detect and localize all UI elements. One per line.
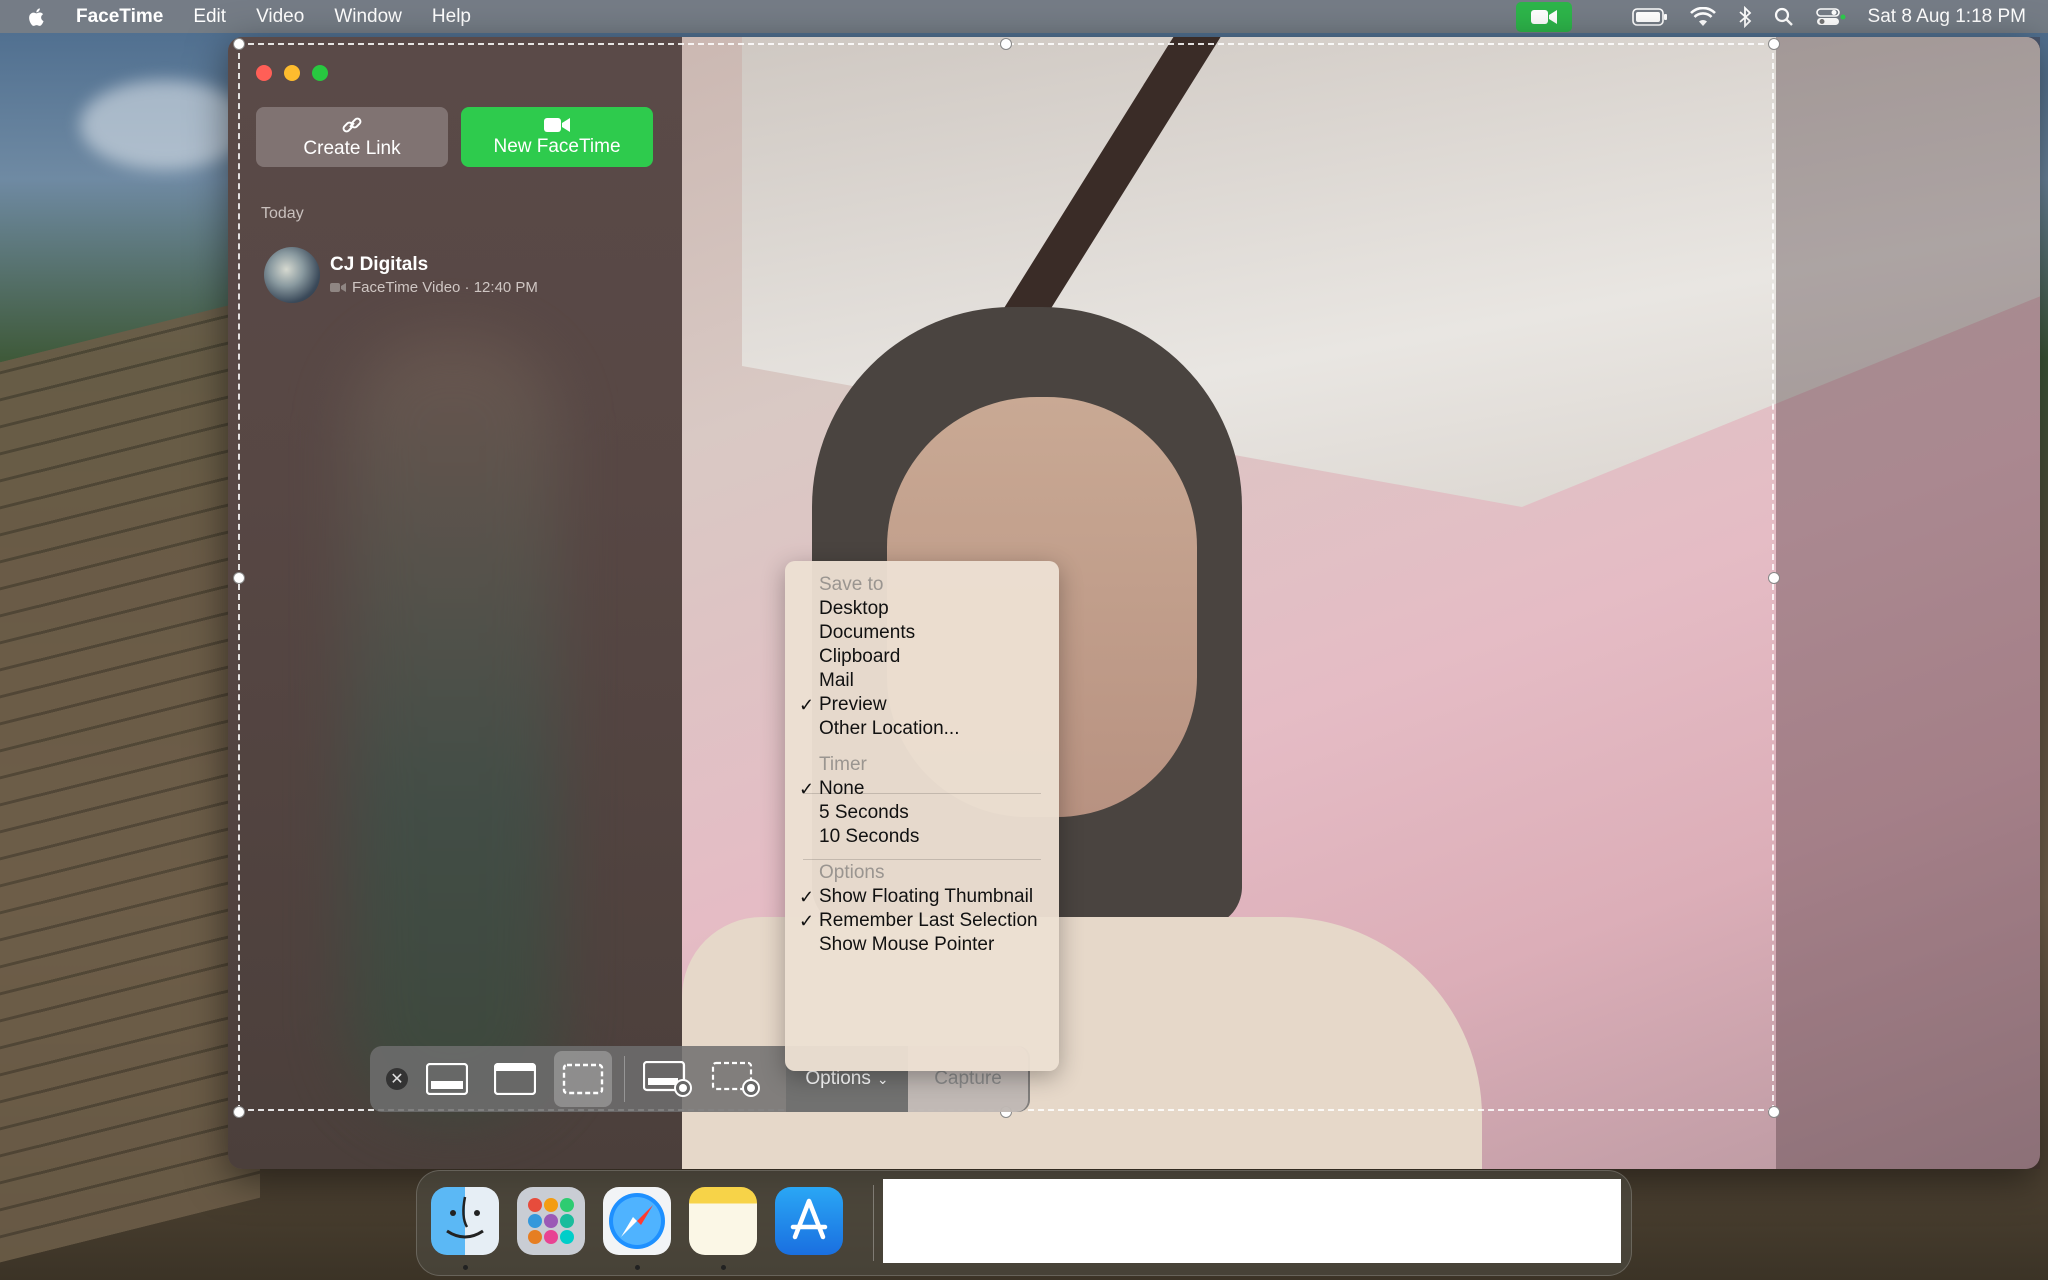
selection-handle-top-right[interactable]: [1768, 38, 1780, 50]
menu-item-other-location[interactable]: Other Location...: [819, 715, 959, 743]
menu-app-name[interactable]: FaceTime: [76, 6, 163, 28]
spotlight-search-icon[interactable]: [1774, 7, 1794, 27]
menu-bar: FaceTime Edit Video Window Help Sat 8 Au…: [0, 0, 2048, 33]
options-menu: Save to Desktop Documents Clipboard Mail…: [785, 561, 1059, 1071]
wallpaper-great-wall: [0, 297, 260, 1263]
menu-window[interactable]: Window: [334, 6, 402, 28]
menu-bar-clock[interactable]: Sat 8 Aug 1:18 PM: [1868, 6, 2026, 28]
record-selection-icon[interactable]: [707, 1051, 765, 1107]
selection-handle-top-left[interactable]: [233, 38, 245, 50]
menu-item-show-mouse-pointer[interactable]: Show Mouse Pointer: [819, 931, 994, 959]
dock-divider: [873, 1185, 874, 1261]
launchpad-icon[interactable]: [517, 1187, 585, 1255]
selection-outside-dim: [1776, 37, 2040, 1169]
running-indicator: [635, 1265, 640, 1270]
running-indicator: [721, 1265, 726, 1270]
apple-menu-icon[interactable]: [26, 6, 48, 28]
selection-handle-right[interactable]: [1768, 572, 1780, 584]
bluetooth-icon[interactable]: [1738, 5, 1752, 28]
notes-icon[interactable]: [689, 1187, 757, 1255]
wallpaper-cloud: [80, 80, 250, 170]
options-label: Options: [805, 1068, 871, 1089]
status-area: Sat 8 Aug 1:18 PM: [1515, 0, 2048, 33]
capture-selection-icon[interactable]: [554, 1051, 612, 1107]
camera-in-use-icon[interactable]: [1515, 1, 1572, 32]
chevron-down-icon: ⌄: [876, 1070, 889, 1087]
selection-handle-left[interactable]: [233, 572, 245, 584]
close-toolbar-icon[interactable]: ✕: [386, 1068, 408, 1090]
selection-handle-top[interactable]: [1000, 38, 1012, 50]
toolbar-divider: [624, 1056, 625, 1102]
running-indicator: [463, 1265, 468, 1270]
control-center-icon[interactable]: [1815, 7, 1846, 27]
dock: [416, 1170, 1632, 1276]
capture-entire-screen-icon[interactable]: [418, 1051, 476, 1107]
menu-edit[interactable]: Edit: [193, 6, 226, 28]
selection-handle-bottom-right[interactable]: [1768, 1106, 1780, 1118]
capture-window-icon[interactable]: [486, 1051, 544, 1107]
menu-video[interactable]: Video: [256, 6, 304, 28]
menu-item-timer-10-seconds[interactable]: 10 Seconds: [819, 823, 919, 851]
app-store-icon[interactable]: [775, 1187, 843, 1255]
wifi-icon[interactable]: [1689, 6, 1716, 27]
record-entire-screen-icon[interactable]: [639, 1051, 697, 1107]
dock-redacted-region: [883, 1179, 1621, 1263]
checkmark-icon: ✓: [799, 911, 815, 931]
checkmark-icon: ✓: [799, 779, 815, 799]
safari-icon[interactable]: [603, 1187, 671, 1255]
finder-icon[interactable]: [431, 1187, 499, 1255]
battery-icon[interactable]: [1631, 7, 1668, 26]
menu-help[interactable]: Help: [432, 6, 471, 28]
checkmark-icon: ✓: [799, 695, 815, 715]
selection-handle-bottom-left[interactable]: [233, 1106, 245, 1118]
